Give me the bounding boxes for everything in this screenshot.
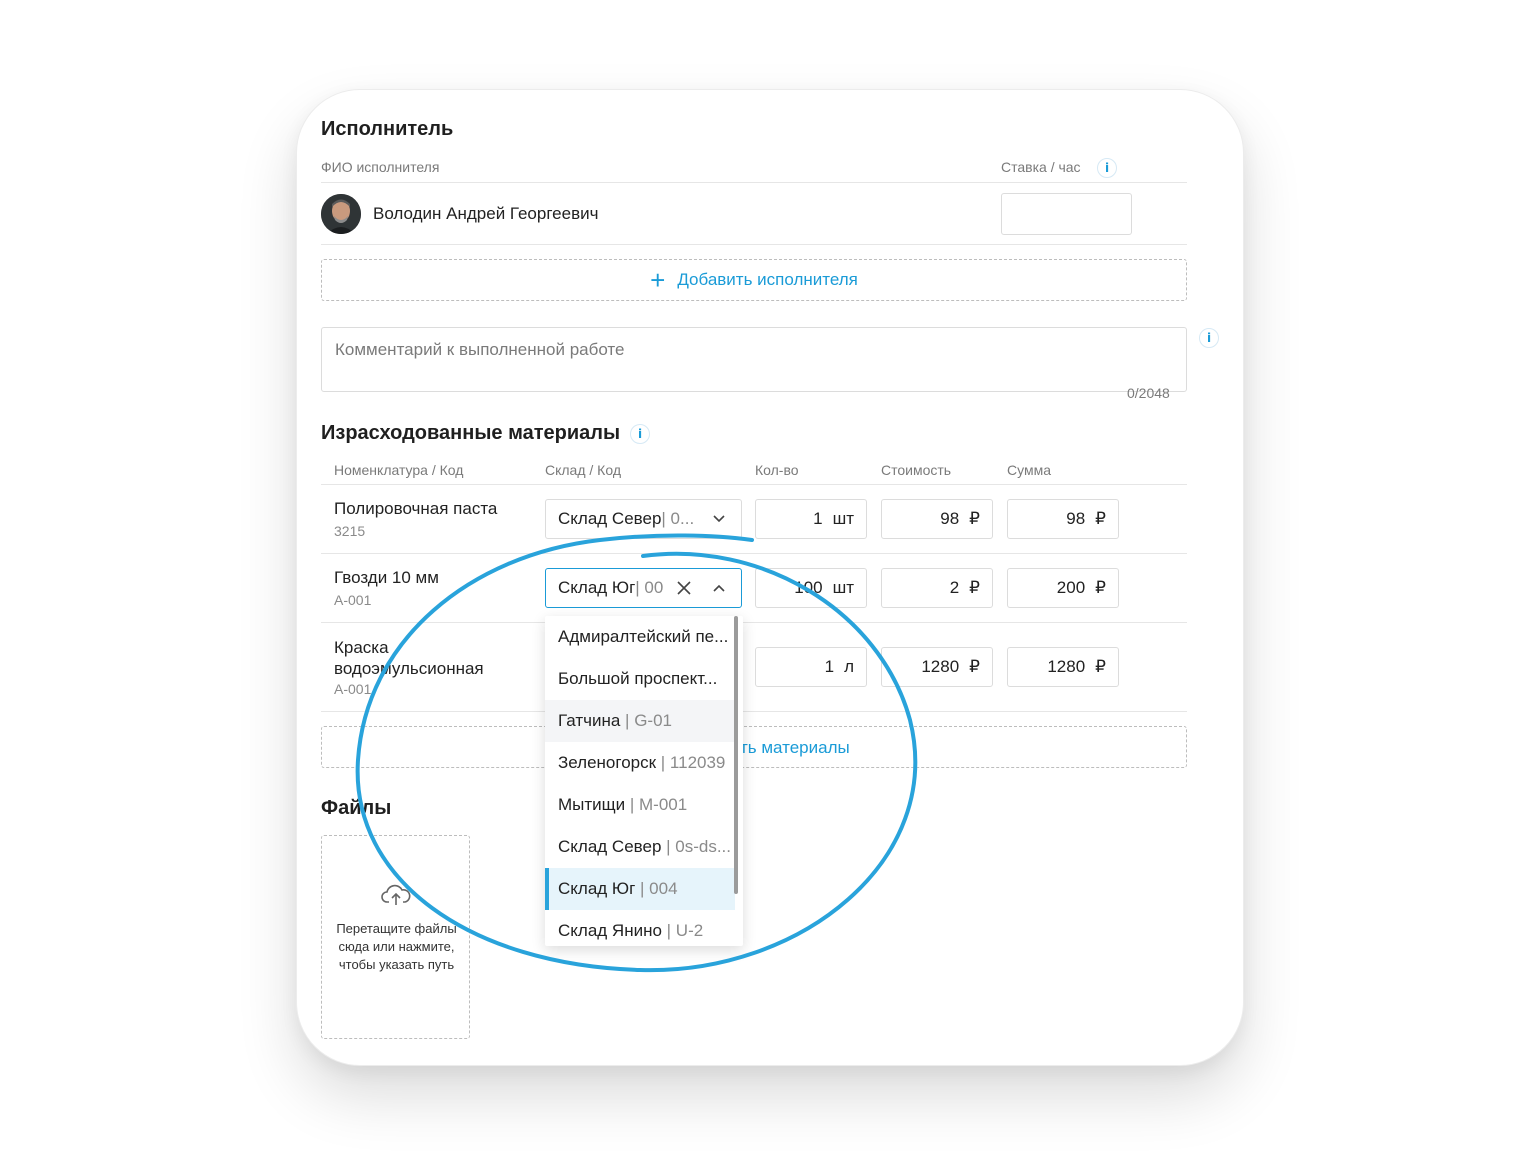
highlight-circle <box>355 533 918 973</box>
